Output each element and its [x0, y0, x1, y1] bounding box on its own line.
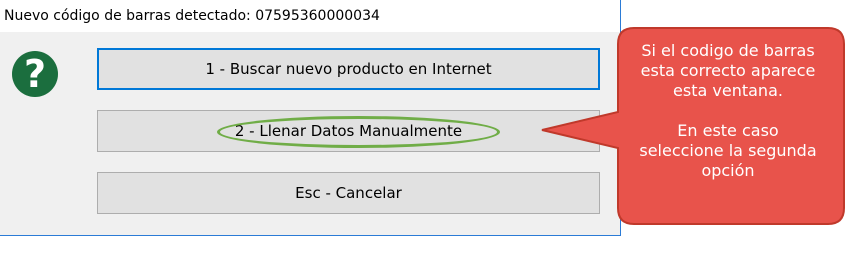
callout-line: opción: [701, 161, 755, 180]
callout-text: Si el codigo de barras esta correcto apa…: [618, 41, 838, 181]
callout-line: esta correcto aparece: [640, 61, 816, 80]
callout-line: esta ventana.: [673, 81, 783, 100]
callout-line: Si el codigo de barras: [641, 41, 815, 60]
callout-line: seleccione la segunda: [639, 141, 817, 160]
callout-line: En este caso: [677, 121, 779, 140]
